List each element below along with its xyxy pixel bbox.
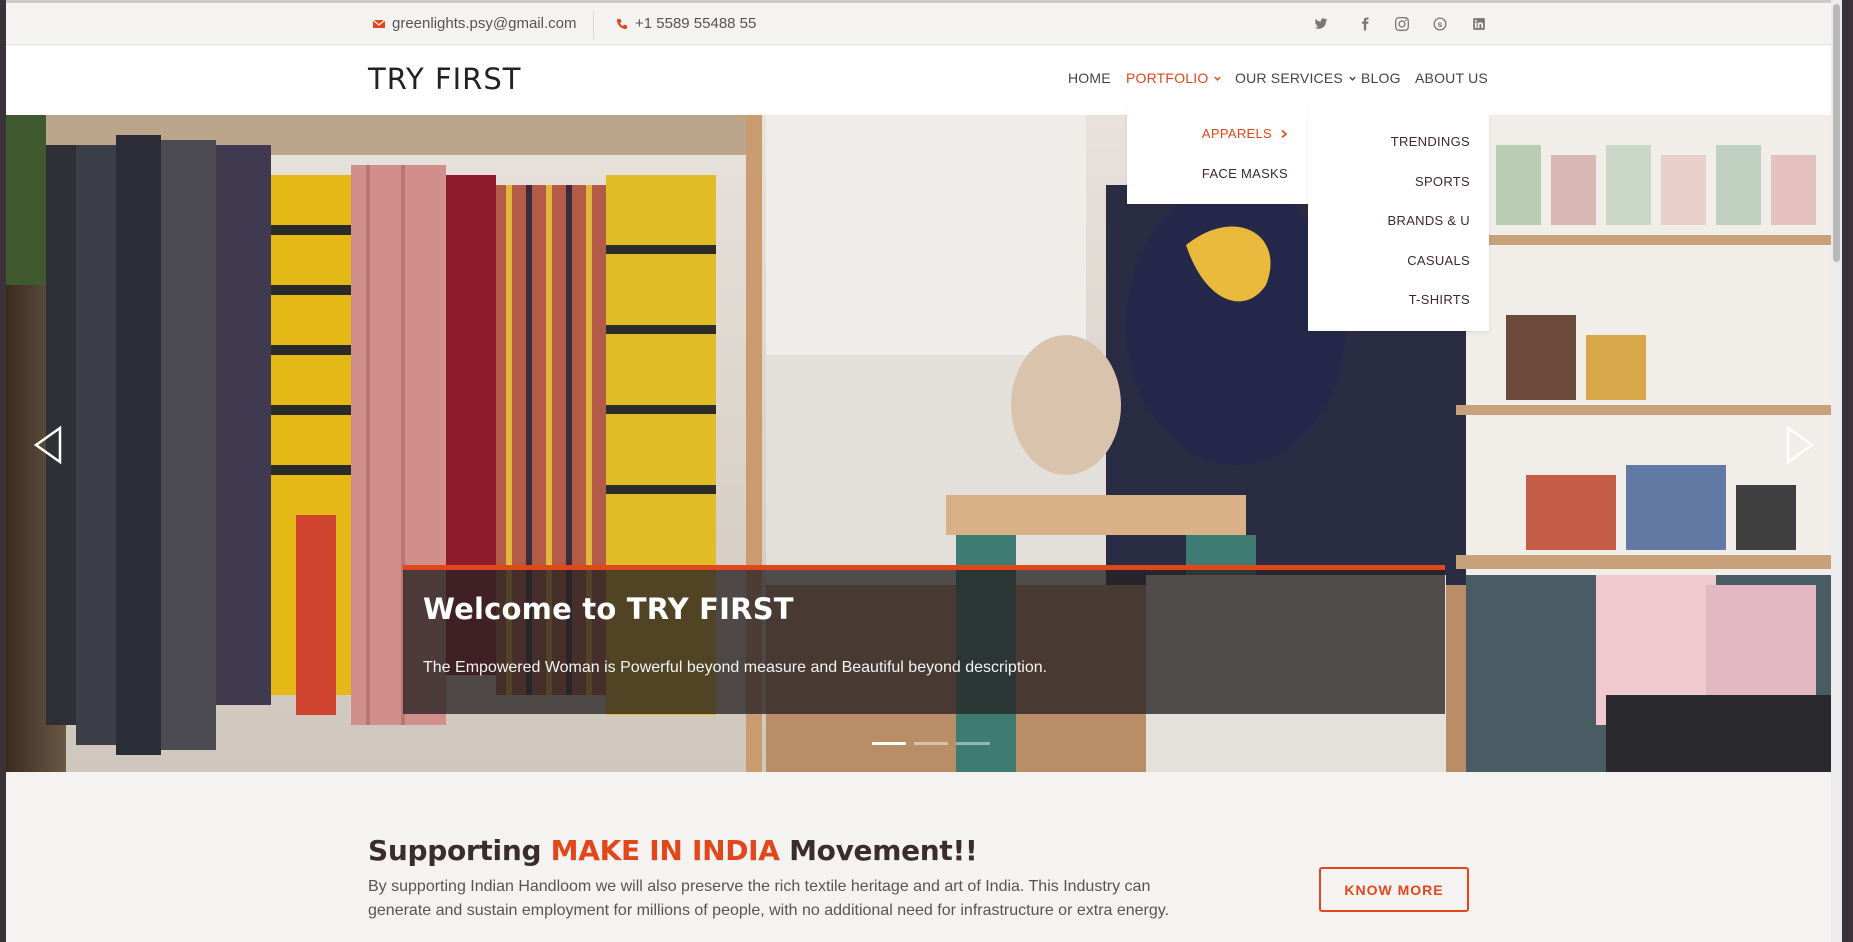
slide-indicator[interactable]	[914, 742, 948, 745]
nav-services[interactable]: OUR SERVICES	[1235, 70, 1357, 86]
email-text[interactable]: greenlights.psy@gmail.com	[392, 15, 576, 32]
nav-blog[interactable]: BLOG	[1361, 70, 1401, 86]
top-bar: greenlights.psy@gmail.com +1 5589 55488 …	[6, 3, 1842, 45]
submenu-item-tshirts[interactable]: T-SHIRTS	[1409, 292, 1470, 307]
contact-divider	[593, 11, 594, 39]
slide-subtitle: The Empowered Woman is Powerful beyond m…	[423, 659, 1048, 676]
slide-indicator[interactable]	[956, 742, 990, 745]
nav-portfolio[interactable]: PORTFOLIO	[1126, 70, 1222, 86]
menu-item-face-masks-label[interactable]: FACE MASKS	[1202, 166, 1288, 181]
nav-blog-label[interactable]: BLOG	[1361, 70, 1401, 86]
facebook-icon[interactable]	[1357, 16, 1373, 32]
nav-home-label[interactable]: HOME	[1068, 70, 1111, 86]
chevron-down-icon	[1214, 76, 1222, 81]
menu-item-apparels-label[interactable]: APPARELS	[1202, 126, 1272, 141]
section-title-post: Movement!!	[779, 834, 978, 867]
arrow-right-icon	[1786, 425, 1815, 465]
apparels-submenu: TRENDINGS SPORTS BRANDS & U CASUALS T-SH…	[1308, 115, 1489, 331]
phone-contact[interactable]: +1 5589 55488 55	[616, 15, 756, 32]
phone-text[interactable]: +1 5589 55488 55	[635, 15, 756, 32]
nav-about-label[interactable]: ABOUT US	[1415, 70, 1488, 86]
phone-icon	[617, 18, 627, 29]
slide-title: Welcome to TRY FIRST	[423, 592, 794, 626]
portfolio-dropdown: APPARELS FACE MASKS	[1127, 105, 1308, 204]
skype-icon[interactable]	[1432, 16, 1448, 32]
section-title-pre: Supporting	[368, 834, 551, 867]
nav-home[interactable]: HOME	[1068, 70, 1111, 86]
intro-section: Supporting MAKE IN INDIA Movement!! By s…	[6, 772, 1842, 942]
submenu-item-casuals[interactable]: CASUALS	[1407, 253, 1470, 268]
chevron-right-icon	[1281, 129, 1288, 138]
hero-slider: Welcome to TRY FIRST The Empowered Woman…	[6, 115, 1842, 772]
nav-about[interactable]: ABOUT US	[1415, 70, 1488, 86]
section-body: By supporting Indian Handloom we will al…	[368, 878, 1170, 919]
nav-services-label[interactable]: OUR SERVICES	[1235, 70, 1343, 86]
prev-slide-arrow[interactable]	[30, 420, 66, 470]
slide-caption: Welcome to TRY FIRST The Empowered Woman…	[403, 565, 1445, 714]
menu-item-apparels[interactable]: APPARELS	[1202, 126, 1288, 141]
section-title: Supporting MAKE IN INDIA Movement!!	[368, 834, 978, 867]
twitter-icon[interactable]	[1313, 16, 1329, 32]
envelope-icon	[373, 19, 385, 28]
submenu-item-sports[interactable]: SPORTS	[1415, 174, 1470, 189]
arrow-left-icon	[33, 425, 62, 465]
email-contact[interactable]: greenlights.psy@gmail.com	[373, 15, 576, 32]
scrollbar-thumb[interactable]	[1833, 4, 1840, 262]
instagram-icon[interactable]	[1394, 16, 1410, 32]
slide-indicators	[872, 742, 990, 745]
know-more-button[interactable]: KNOW MORE	[1319, 867, 1469, 912]
menu-item-face-masks[interactable]: FACE MASKS	[1202, 166, 1288, 181]
linkedin-icon[interactable]	[1471, 16, 1487, 32]
section-title-highlight: MAKE IN INDIA	[550, 834, 780, 867]
site-header: TRY FIRST HOME PORTFOLIO OUR SERVICES BL…	[6, 46, 1842, 115]
slide-indicator[interactable]	[872, 742, 906, 745]
next-slide-arrow[interactable]	[1782, 420, 1818, 470]
nav-portfolio-label[interactable]: PORTFOLIO	[1126, 70, 1208, 86]
chevron-down-icon	[1349, 76, 1356, 81]
submenu-item-brands[interactable]: BRANDS & U	[1388, 213, 1470, 228]
submenu-item-trendings[interactable]: TRENDINGS	[1391, 134, 1470, 149]
page-scrollbar[interactable]	[1831, 0, 1842, 942]
page: greenlights.psy@gmail.com +1 5589 55488 …	[6, 0, 1842, 942]
site-logo[interactable]: TRY FIRST	[368, 62, 521, 96]
